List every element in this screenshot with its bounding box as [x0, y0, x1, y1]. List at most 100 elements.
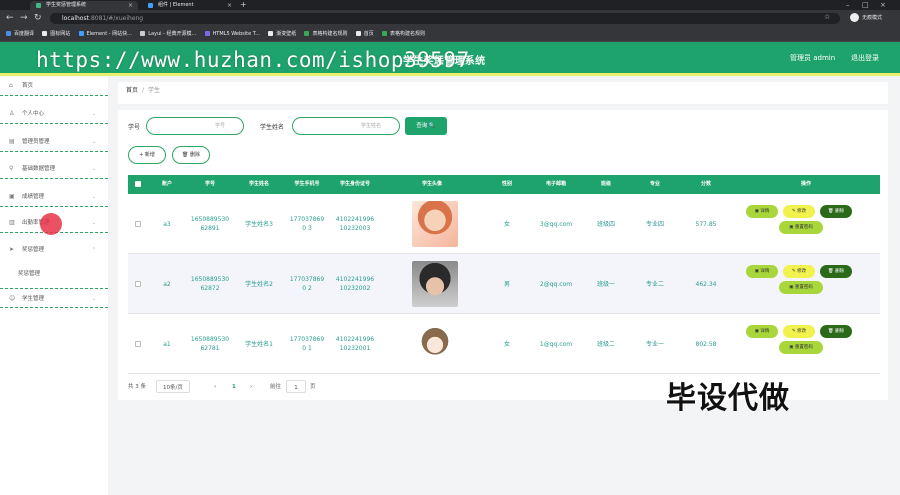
logout-link[interactable]: 退出登录 — [851, 53, 879, 63]
student-photo — [412, 201, 458, 247]
bookmark-item[interactable]: 表格构建名规则 — [304, 26, 347, 42]
row-checkbox[interactable] — [135, 281, 141, 287]
minimize-icon[interactable]: – — [846, 0, 850, 10]
student-no-input[interactable]: 学号 — [146, 117, 244, 135]
pager-total: 共 3 条 — [128, 384, 146, 390]
bookmark-item[interactable]: Element - 网站快... — [78, 26, 132, 42]
row-checkbox[interactable] — [135, 341, 141, 347]
tab-title: 组件 | Element — [158, 2, 194, 8]
delete-button[interactable]: 🗑 删除 — [172, 146, 210, 164]
student-name-input[interactable]: 学生姓名 — [292, 117, 400, 135]
goto-page-input[interactable]: 1 — [286, 380, 306, 393]
reset-password-button[interactable]: ▣ 重置密码 — [779, 281, 823, 294]
cell-major: 专业一 — [645, 340, 664, 348]
row-delete-button[interactable]: 🗑 删除 — [820, 265, 852, 278]
reset-password-button[interactable]: ▣ 重置密码 — [779, 341, 823, 354]
col-class: 班级 — [582, 175, 630, 194]
sidebar-item-label: 管理员管理 — [22, 139, 50, 145]
reload-icon[interactable]: ↻ — [34, 12, 42, 24]
bookmark-icon — [268, 31, 274, 36]
select-all-checkbox[interactable] — [135, 181, 141, 187]
bookmark-item[interactable]: HTML5 Website T... — [204, 26, 260, 42]
chevron-up-icon: ⌃ — [91, 247, 96, 253]
back-icon[interactable]: ← — [6, 12, 14, 24]
bookmarks-bar: 百度翻译 图标网站 Element - 网站快... Layui - 经典开源模… — [0, 26, 900, 42]
prev-page-icon[interactable]: ‹ — [214, 380, 216, 394]
new-tab-icon[interactable]: + — [240, 0, 247, 10]
watermark-url: https://www.huzhan.com/ishop39597 — [36, 48, 470, 72]
address-bar[interactable]: localhost:8081/#/xueiheng — [50, 13, 840, 24]
bookmark-item[interactable]: 表格构建名规则 — [381, 26, 425, 42]
edit-button[interactable]: ✎ 修改 — [783, 205, 815, 218]
bookmark-icon — [78, 31, 84, 36]
browser-toolbar: ← → ↻ localhost:8081/#/xueiheng ☆ 无痕模式 — [0, 10, 900, 26]
sidebar-subitem-rewards[interactable]: 奖惩管理 — [0, 264, 108, 284]
bookmark-star-icon[interactable]: ☆ — [824, 13, 830, 21]
col-actions: 操作 — [732, 175, 880, 194]
bookmark-item[interactable]: 图标网站 — [42, 26, 70, 42]
next-page-icon[interactable]: › — [250, 380, 252, 394]
tab-title: 学生奖惩管理系统 — [46, 2, 87, 8]
overlay-caption: 毕设代做 — [666, 381, 790, 416]
cell-gender: 女 — [503, 340, 510, 348]
close-tab-icon[interactable]: × — [128, 1, 133, 10]
edit-button[interactable]: ✎ 修改 — [783, 325, 815, 338]
incognito-profile[interactable]: 无痕模式 — [849, 13, 882, 23]
bookmark-item[interactable]: 百度翻译 — [6, 26, 34, 42]
breadcrumb-home[interactable]: 首页 — [126, 87, 138, 94]
search-label-no: 学号 — [128, 124, 141, 131]
forward-icon[interactable]: → — [20, 12, 28, 24]
detail-button[interactable]: ▣ 详情 — [746, 265, 778, 278]
sidebar-item-label: 成绩管理 — [22, 194, 45, 200]
bookmark-icon — [6, 31, 11, 36]
student-photo — [412, 321, 458, 367]
col-email: 电子邮箱 — [530, 175, 582, 194]
col-no: 学号 — [186, 175, 234, 194]
page-size-select[interactable]: 10条/页 — [156, 380, 190, 393]
sidebar-item-base-data[interactable]: ⚲ 基础数据管理 ⌄ — [0, 159, 108, 179]
cell-no: 1650889530 62781 — [190, 336, 230, 352]
chevron-down-icon: ⌄ — [91, 194, 96, 200]
student-icon: ☺ — [9, 295, 16, 302]
cell-email: 1@qq.com — [539, 340, 573, 348]
cell-score: 462.34 — [695, 280, 717, 288]
close-tab-icon[interactable]: × — [227, 1, 232, 10]
query-button[interactable]: 查询 🔍 — [405, 117, 447, 135]
sidebar-item-rewards[interactable]: ➤ 奖惩管理 ⌃ — [0, 240, 108, 260]
add-button[interactable]: + 新增 — [128, 146, 166, 164]
goto-label: 前往 — [270, 384, 282, 390]
sidebar-item-label: 首页 — [22, 83, 34, 89]
reset-password-button[interactable]: ▣ 重置密码 — [779, 221, 823, 234]
row-checkbox[interactable] — [135, 221, 141, 227]
breadcrumb-separator: / — [142, 87, 145, 94]
sidebar-item-home[interactable]: ⌂ 首页 — [0, 76, 108, 96]
browser-tab[interactable]: 组件 | Element × — [142, 1, 237, 10]
detail-button[interactable]: ▣ 详情 — [746, 325, 778, 338]
bookmark-item[interactable]: 首页 — [355, 26, 374, 42]
bookmark-item[interactable]: 渐变壁纸 — [268, 26, 296, 42]
cell-phone: 1770378690 1 — [289, 336, 325, 352]
bookmark-item[interactable]: Layui - 经典开源模... — [140, 26, 196, 42]
row-delete-button[interactable]: 🗑 删除 — [820, 205, 852, 218]
col-name: 学生姓名 — [234, 175, 284, 194]
col-idcard: 学生身份证号 — [330, 175, 380, 194]
sidebar-item-students[interactable]: ☺ 学生管理 ⌄ — [0, 288, 108, 308]
cell-phone: 1770378690 2 — [289, 276, 325, 292]
col-photo: 学生头像 — [380, 175, 484, 194]
row-delete-button[interactable]: 🗑 删除 — [820, 325, 852, 338]
bookmark-icon — [140, 31, 146, 36]
sidebar-item-profile[interactable]: ♙ 个人中心 ⌄ — [0, 104, 108, 124]
cell-major: 专业二 — [645, 280, 664, 288]
close-window-icon[interactable]: × — [880, 0, 886, 10]
sidebar-item-admins[interactable]: ▤ 管理员管理 ⌄ — [0, 132, 108, 152]
score-icon: ▣ — [9, 193, 15, 200]
col-gender: 性别 — [484, 175, 530, 194]
tab-bar: 学生奖惩管理系统 × 组件 | Element × + – □ × — [0, 0, 900, 10]
detail-button[interactable]: ▣ 详情 — [746, 205, 778, 218]
browser-tab-active[interactable]: 学生奖惩管理系统 × — [30, 1, 138, 10]
page-number[interactable]: 1 — [232, 380, 236, 394]
sidebar-item-scores[interactable]: ▣ 成绩管理 ⌄ — [0, 187, 108, 207]
edit-button[interactable]: ✎ 修改 — [783, 265, 815, 278]
maximize-icon[interactable]: □ — [862, 0, 869, 10]
chevron-down-icon: ⌄ — [91, 166, 96, 172]
